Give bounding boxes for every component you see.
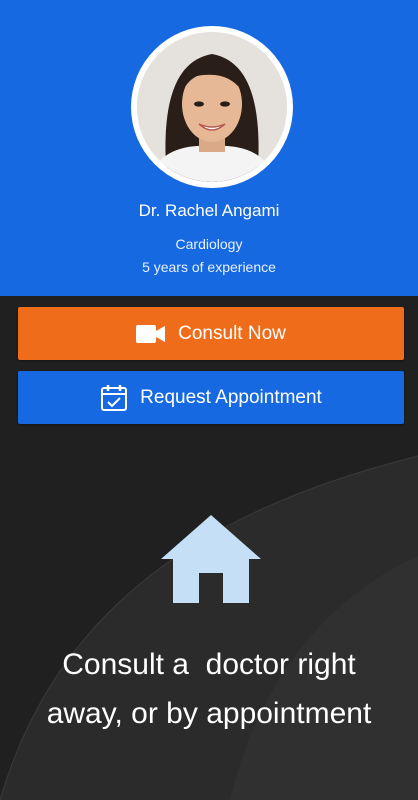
avatar	[131, 26, 293, 188]
doctor-name: Dr. Rachel Angami	[138, 201, 280, 220]
request-appointment-button[interactable]: Request Appointment	[18, 371, 404, 424]
info-tagline-line1: Consult a doctor right	[62, 648, 356, 681]
info-tagline-line2: away, or by appointment	[46, 697, 372, 730]
video-camera-icon	[136, 324, 166, 344]
doctor-photo	[137, 32, 287, 182]
consult-now-label: Consult Now	[178, 322, 286, 344]
home-icon	[161, 515, 261, 610]
doctor-experience: 5 years of experience	[142, 259, 276, 275]
consult-now-button[interactable]: Consult Now	[18, 307, 404, 360]
calendar-check-icon	[100, 384, 128, 412]
info-tagline: Consult a doctor right away, or by appoi…	[0, 640, 418, 738]
doctor-specialty: Cardiology	[175, 236, 243, 252]
doctor-header: Dr. Rachel Angami Cardiology 5 years of …	[0, 0, 418, 296]
request-appointment-label: Request Appointment	[140, 386, 322, 408]
